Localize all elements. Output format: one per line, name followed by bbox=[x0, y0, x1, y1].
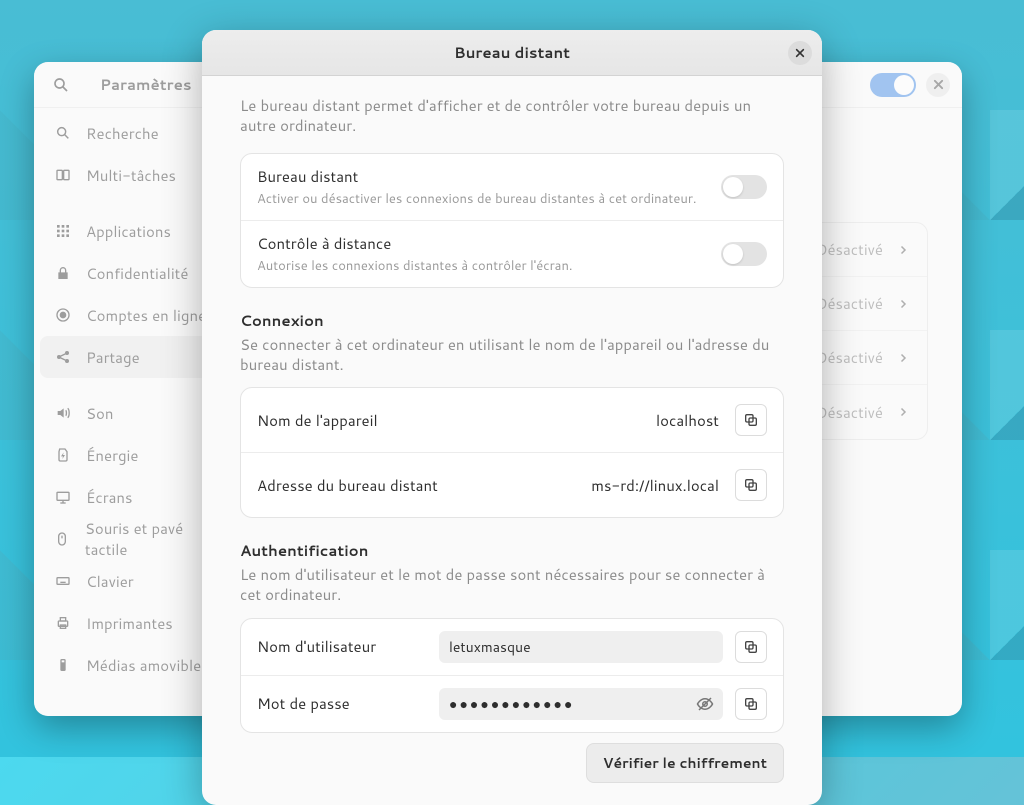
copy-address-button[interactable] bbox=[735, 469, 767, 501]
password-row: Mot de passe ●●●●●●●●●●●● bbox=[241, 676, 783, 732]
device-name-value: localhost bbox=[656, 410, 719, 431]
toggle-title: Bureau distant bbox=[257, 166, 721, 187]
toggle-row-remote-control: Contrôle à distance Autorise les connexi… bbox=[241, 221, 783, 287]
intro-text: Le bureau distant permet d'afficher et d… bbox=[240, 96, 784, 137]
verify-encryption-button[interactable]: Vérifier le chiffrement bbox=[586, 743, 784, 783]
connexion-card: Nom de l'appareil localhost Adresse du b… bbox=[240, 387, 784, 518]
copy-device-button[interactable] bbox=[735, 404, 767, 436]
username-value: letuxmasque bbox=[449, 637, 531, 657]
remote-desktop-dialog: Bureau distant Le bureau distant permet … bbox=[202, 30, 822, 805]
username-field[interactable]: letuxmasque bbox=[439, 631, 723, 663]
password-label: Mot de passe bbox=[257, 693, 427, 714]
connexion-heading: Connexion bbox=[240, 310, 784, 331]
auth-card: Nom d'utilisateur letuxmasque Mot de pas… bbox=[240, 618, 784, 733]
toggle-desc: Activer ou désactiver les connexions de … bbox=[257, 190, 721, 208]
password-value: ●●●●●●●●●●●● bbox=[449, 694, 574, 714]
remote-address-label: Adresse du bureau distant bbox=[257, 475, 591, 496]
toggle-desc: Autorise les connexions distantes à cont… bbox=[257, 257, 721, 275]
auth-desc: Le nom d'utilisateur et le mot de passe … bbox=[240, 565, 784, 606]
verify-row: Vérifier le chiffrement bbox=[240, 743, 784, 783]
remote-control-toggle[interactable] bbox=[721, 242, 767, 266]
device-name-row: Nom de l'appareil localhost bbox=[241, 388, 783, 453]
connexion-desc: Se connecter à cet ordinateur en utilisa… bbox=[240, 335, 784, 376]
copy-username-button[interactable] bbox=[735, 631, 767, 663]
toggle-row-remote-desktop: Bureau distant Activer ou désactiver les… bbox=[241, 154, 783, 221]
dialog-body: Le bureau distant permet d'afficher et d… bbox=[202, 76, 822, 805]
device-name-label: Nom de l'appareil bbox=[257, 410, 656, 431]
remote-address-row: Adresse du bureau distant ms-rd://linux.… bbox=[241, 453, 783, 517]
remote-address-value: ms-rd://linux.local bbox=[591, 475, 719, 496]
toggle-password-visibility-button[interactable] bbox=[693, 692, 717, 716]
username-label: Nom d'utilisateur bbox=[257, 636, 427, 657]
copy-password-button[interactable] bbox=[735, 688, 767, 720]
auth-heading: Authentification bbox=[240, 540, 784, 561]
close-dialog-button[interactable] bbox=[788, 41, 812, 65]
toggle-title: Contrôle à distance bbox=[257, 233, 721, 254]
dialog-title: Bureau distant bbox=[454, 42, 570, 63]
password-field[interactable]: ●●●●●●●●●●●● bbox=[439, 688, 723, 720]
username-row: Nom d'utilisateur letuxmasque bbox=[241, 619, 783, 676]
remote-desktop-toggle[interactable] bbox=[721, 175, 767, 199]
toggles-card: Bureau distant Activer ou désactiver les… bbox=[240, 153, 784, 288]
dialog-headerbar: Bureau distant bbox=[202, 30, 822, 76]
